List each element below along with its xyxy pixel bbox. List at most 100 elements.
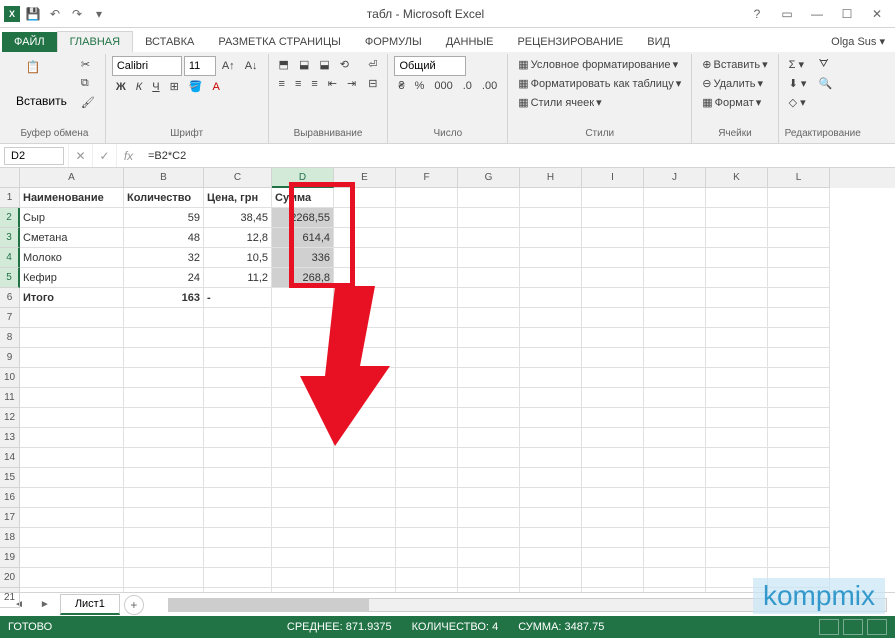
row-header-13[interactable]: 13 [0, 428, 20, 448]
tab-insert[interactable]: ВСТАВКА [133, 32, 206, 52]
cell[interactable] [458, 528, 520, 548]
cell[interactable]: 336 [272, 248, 334, 268]
cell[interactable] [582, 448, 644, 468]
cell[interactable] [458, 248, 520, 268]
cell[interactable] [124, 368, 204, 388]
col-header-B[interactable]: B [124, 168, 204, 188]
cell[interactable] [272, 428, 334, 448]
cell[interactable] [520, 308, 582, 328]
cut-button[interactable]: ✂ [77, 56, 99, 73]
cell[interactable] [644, 228, 706, 248]
cell[interactable] [458, 208, 520, 228]
cell[interactable] [334, 488, 396, 508]
cell[interactable] [20, 488, 124, 508]
font-color-button[interactable]: A [209, 79, 224, 95]
cell[interactable] [644, 428, 706, 448]
row-header-19[interactable]: 19 [0, 548, 20, 568]
align-center-button[interactable]: ≡ [291, 76, 305, 92]
cell[interactable] [396, 228, 458, 248]
help-icon[interactable]: ? [743, 3, 771, 25]
cell[interactable] [20, 388, 124, 408]
cell[interactable] [272, 488, 334, 508]
cell[interactable]: 2268,55 [272, 208, 334, 228]
cell[interactable] [520, 388, 582, 408]
bold-button[interactable]: Ж [112, 79, 130, 95]
row-header-15[interactable]: 15 [0, 468, 20, 488]
cell[interactable] [644, 388, 706, 408]
cell[interactable] [334, 208, 396, 228]
cell[interactable] [582, 428, 644, 448]
cell[interactable] [706, 428, 768, 448]
cell[interactable] [458, 328, 520, 348]
cell[interactable] [644, 208, 706, 228]
cancel-formula-icon[interactable]: ✕ [68, 144, 92, 167]
cell[interactable] [124, 488, 204, 508]
sort-filter-button[interactable]: ᗊ [814, 56, 836, 73]
cell[interactable] [396, 328, 458, 348]
cell[interactable] [396, 428, 458, 448]
row-header-17[interactable]: 17 [0, 508, 20, 528]
cell[interactable] [520, 208, 582, 228]
cell[interactable] [396, 348, 458, 368]
cell[interactable] [706, 548, 768, 568]
cell[interactable] [644, 188, 706, 208]
cell[interactable] [582, 248, 644, 268]
cell[interactable] [768, 268, 830, 288]
decimal-inc-button[interactable]: .0 [459, 78, 476, 94]
tab-file[interactable]: ФАЙЛ [2, 32, 57, 52]
cell[interactable] [124, 448, 204, 468]
cell[interactable] [706, 368, 768, 388]
cell[interactable] [396, 368, 458, 388]
cell[interactable] [582, 368, 644, 388]
cell[interactable] [204, 408, 272, 428]
cell[interactable] [272, 468, 334, 488]
cell[interactable] [204, 488, 272, 508]
fill-color-button[interactable]: 🪣 [185, 78, 207, 95]
cell[interactable] [458, 188, 520, 208]
cell[interactable] [582, 528, 644, 548]
cell[interactable] [334, 588, 396, 592]
cell[interactable]: 59 [124, 208, 204, 228]
cell[interactable]: Цена, грн [204, 188, 272, 208]
save-icon[interactable]: 💾 [24, 5, 42, 23]
cell[interactable] [124, 308, 204, 328]
cell[interactable] [334, 388, 396, 408]
cell[interactable] [520, 248, 582, 268]
row-header-8[interactable]: 8 [0, 328, 20, 348]
cell[interactable] [644, 528, 706, 548]
italic-button[interactable]: К [132, 79, 146, 95]
cell[interactable] [396, 288, 458, 308]
name-box[interactable]: D2 [4, 147, 64, 165]
cell[interactable] [520, 368, 582, 388]
cell[interactable] [124, 348, 204, 368]
percent-button[interactable]: % [411, 78, 429, 94]
cell[interactable] [334, 368, 396, 388]
cell[interactable] [458, 548, 520, 568]
cell[interactable] [124, 548, 204, 568]
indent-dec-button[interactable]: ⇤ [324, 75, 341, 92]
cell[interactable] [396, 528, 458, 548]
cell[interactable] [204, 548, 272, 568]
cell[interactable] [20, 408, 124, 428]
cell[interactable] [768, 348, 830, 368]
cell[interactable] [396, 188, 458, 208]
cell[interactable] [20, 448, 124, 468]
minimize-icon[interactable]: — [803, 3, 831, 25]
cell[interactable] [768, 188, 830, 208]
row-header-18[interactable]: 18 [0, 528, 20, 548]
cell[interactable] [20, 588, 124, 592]
cell[interactable] [334, 248, 396, 268]
cell-styles-button[interactable]: ▦ Стили ячеек ▾ [514, 94, 685, 111]
new-sheet-button[interactable]: + [124, 595, 144, 615]
clear-button[interactable]: ◇ ▾ [785, 94, 811, 111]
cell[interactable] [582, 568, 644, 588]
cell[interactable] [124, 428, 204, 448]
cell[interactable]: 32 [124, 248, 204, 268]
cell[interactable] [644, 408, 706, 428]
cell[interactable] [272, 308, 334, 328]
indent-inc-button[interactable]: ⇥ [343, 75, 360, 92]
cell[interactable] [644, 288, 706, 308]
cell[interactable] [396, 448, 458, 468]
cell[interactable] [582, 468, 644, 488]
fx-button[interactable]: fx [116, 144, 140, 167]
